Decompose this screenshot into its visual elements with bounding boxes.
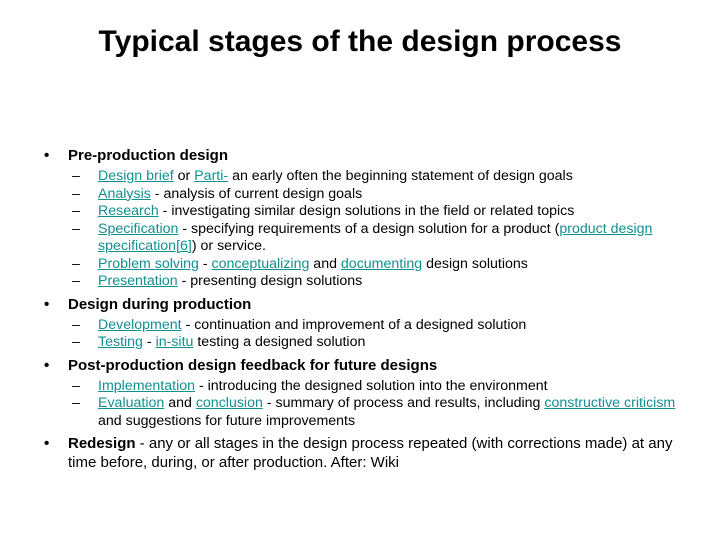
bullet-level2-group: – Development - continuation and improvem… bbox=[36, 317, 692, 352]
bullet-marker-icon: • bbox=[44, 147, 50, 164]
text-run: - specifying requirements of a design so… bbox=[178, 220, 560, 237]
hyperlink[interactable]: documenting bbox=[341, 256, 422, 272]
bullet-level1-label: Redesign - any or all stages in the desi… bbox=[68, 435, 672, 471]
bullet-level2-presentation: – Presentation - presenting design soluti… bbox=[36, 273, 692, 291]
dash-marker-icon: – bbox=[72, 273, 80, 289]
bullet-level2-analysis: – Analysis - analysis of current design g… bbox=[36, 186, 692, 204]
hyperlink[interactable]: Design brief bbox=[98, 168, 174, 184]
bullet-level1: • Post-production design feedback for fut… bbox=[36, 356, 692, 375]
text-run: and bbox=[164, 395, 196, 411]
hyperlink[interactable]: constructive criticism bbox=[544, 395, 675, 411]
bullet-level1-label: Post-production design feedback for futu… bbox=[68, 356, 438, 374]
bullet-level2-label: Development - continuation and improveme… bbox=[98, 317, 526, 333]
dash-marker-icon: – bbox=[72, 334, 80, 350]
bullet-level1: • Pre-production design bbox=[36, 146, 692, 165]
dash-marker-icon: – bbox=[72, 168, 80, 184]
hyperlink[interactable]: Implementation bbox=[98, 378, 195, 394]
text-run: - summary of process and results, includ… bbox=[262, 395, 545, 411]
text-run: - introducing the designed solution into… bbox=[195, 377, 548, 394]
hyperlink[interactable]: Problem solving bbox=[98, 256, 199, 272]
dash-marker-icon: – bbox=[72, 316, 80, 333]
hyperlink[interactable]: Analysis bbox=[98, 186, 151, 202]
bullet-level1: • Design during production bbox=[36, 295, 692, 314]
text-run: Redesign bbox=[68, 435, 136, 452]
hyperlink[interactable]: Parti- bbox=[194, 168, 228, 184]
bullet-level2-specification: – Specification - specifying requirements… bbox=[36, 221, 692, 256]
dash-marker-icon: – bbox=[72, 255, 80, 272]
bullet-level2-label: Research - investigating similar design … bbox=[98, 203, 574, 219]
text-run: - bbox=[198, 255, 212, 272]
hyperlink[interactable]: Presentation bbox=[98, 273, 178, 289]
bullet-level2-label: Design brief or Parti- an early often th… bbox=[98, 168, 573, 184]
text-run: testing a designed solution bbox=[193, 334, 366, 350]
bullet-level1-label: Design during production bbox=[68, 295, 252, 313]
bullet-level2-implementation: – Implementation - introducing the design… bbox=[36, 378, 692, 396]
dash-marker-icon: – bbox=[72, 220, 80, 237]
text-run: ) or service. bbox=[191, 238, 266, 254]
bullet-level2-label: Specification - specifying requirements … bbox=[98, 221, 652, 255]
bullet-level2-label: Problem solving - conceptualizing and do… bbox=[98, 256, 528, 272]
bullet-marker-icon: • bbox=[44, 356, 50, 374]
bullet-level2-label: Analysis - analysis of current design go… bbox=[98, 186, 362, 202]
bullet-level2-design-brief: – Design brief or Parti- an early often t… bbox=[36, 168, 692, 186]
text-run: - bbox=[142, 334, 156, 350]
bullet-level2-label: Testing - in-situ testing a designed sol… bbox=[98, 334, 365, 350]
hyperlink[interactable]: in-situ bbox=[156, 334, 194, 350]
bullet-level2-label: Evaluation and conclusion - summary of p… bbox=[98, 395, 675, 429]
bullet-level2-label: Implementation - introducing the designe… bbox=[98, 378, 548, 394]
bullet-level1-label: Pre-production design bbox=[68, 147, 229, 164]
slide-body: • Pre-production design – Design brief or P… bbox=[36, 146, 692, 475]
dash-marker-icon: – bbox=[72, 395, 80, 411]
page-title: Typical stages of the design process bbox=[98, 25, 622, 58]
text-run: design solutions bbox=[422, 255, 528, 272]
bullet-level1: • Redesign - any or all stages in the des… bbox=[36, 434, 692, 472]
dash-marker-icon: – bbox=[72, 377, 80, 394]
hyperlink[interactable]: Development bbox=[98, 317, 182, 333]
text-run: or bbox=[173, 168, 195, 184]
hyperlink[interactable]: Specification bbox=[98, 221, 178, 237]
text-run: - investigating similar design solutions… bbox=[158, 203, 575, 219]
bullet-level2-problem-solving: – Problem solving - conceptualizing and d… bbox=[36, 256, 692, 274]
hyperlink[interactable]: conceptualizing bbox=[212, 256, 310, 272]
bullet-marker-icon: • bbox=[44, 295, 50, 313]
bullet-level2-testing: – Testing - in-situ testing a designed so… bbox=[36, 334, 692, 352]
text-run: - presenting design solutions bbox=[177, 273, 363, 289]
hyperlink[interactable]: Research bbox=[98, 203, 159, 219]
dash-marker-icon: – bbox=[72, 185, 80, 202]
hyperlink[interactable]: Evaluation bbox=[98, 395, 164, 411]
bullet-level2-development: – Development - continuation and improvem… bbox=[36, 317, 692, 335]
text-run: and suggestions for future improvements bbox=[98, 412, 356, 429]
text-run: and bbox=[309, 255, 341, 272]
text-run: an early often the beginning statement o… bbox=[228, 168, 573, 184]
bullet-level2-group: – Design brief or Parti- an early often t… bbox=[36, 168, 692, 291]
hyperlink[interactable]: Testing bbox=[98, 334, 143, 350]
bullet-level2-label: Presentation - presenting design solutio… bbox=[98, 273, 362, 289]
hyperlink[interactable]: conclusion bbox=[196, 395, 263, 411]
dash-marker-icon: – bbox=[72, 203, 80, 219]
slide-canvas: Typical stages of the design process • Pr… bbox=[0, 0, 720, 540]
bullet-level2-evaluation: – Evaluation and conclusion - summary of … bbox=[36, 395, 692, 430]
text-run: - continuation and improvement of a desi… bbox=[181, 316, 527, 333]
bullet-level2-group: – Implementation - introducing the design… bbox=[36, 378, 692, 431]
bullet-level2-research: – Research - investigating similar design… bbox=[36, 203, 692, 221]
bullet-marker-icon: • bbox=[44, 435, 50, 452]
text-run: - analysis of current design goals bbox=[150, 185, 363, 202]
text-run: - any or all stages in the design proces… bbox=[68, 435, 673, 471]
